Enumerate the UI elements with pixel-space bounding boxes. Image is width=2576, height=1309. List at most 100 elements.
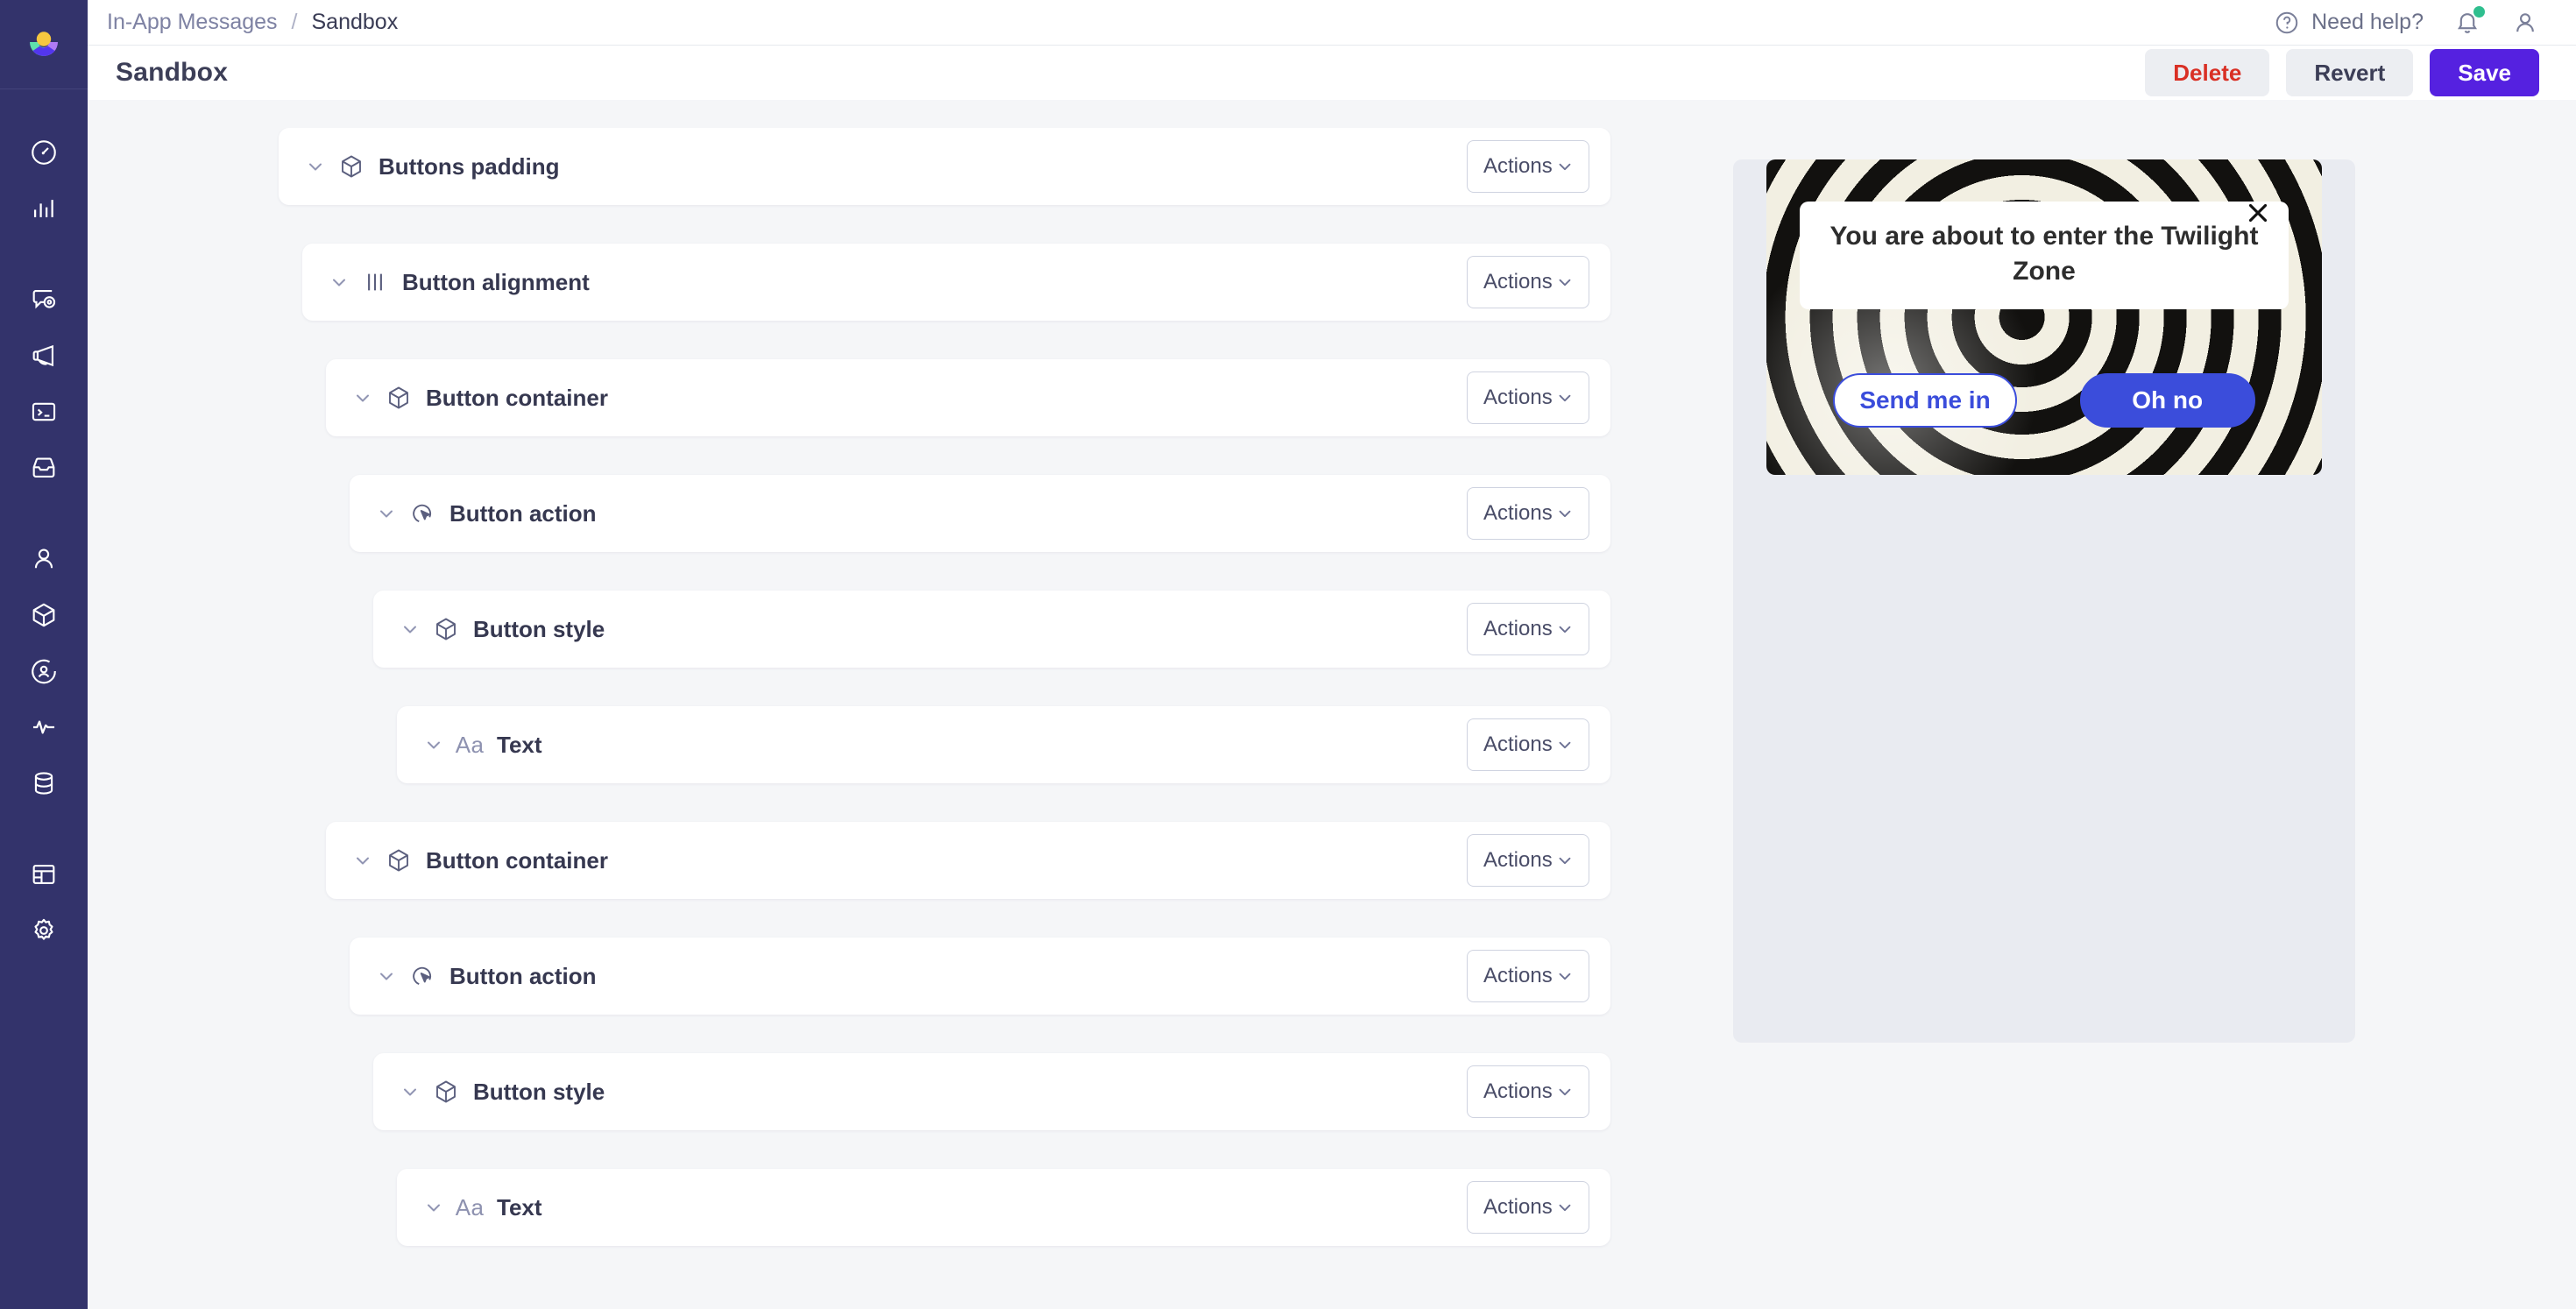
sidebar-item-analytics[interactable] (0, 180, 88, 237)
component-tree: Buttons padding Actions Button alignment Ac… (88, 128, 1717, 1309)
row-label: Button alignment (402, 268, 590, 295)
need-help-button[interactable]: Need help? (2274, 10, 2424, 36)
row-actions: Actions (1467, 371, 1589, 424)
tree-row[interactable]: Button action Actions (350, 938, 1610, 1015)
tree-row[interactable]: Button container Actions (326, 822, 1610, 899)
settings-gear-icon (34, 918, 53, 940)
row-expand-toggle[interactable] (305, 156, 331, 177)
actions-dropdown-label: Actions (1483, 1195, 1553, 1219)
analytics-bar-chart-icon (33, 200, 53, 217)
tree-row[interactable]: Button action Actions (350, 475, 1610, 552)
sidebar-item-developer-console[interactable] (0, 384, 88, 440)
row-expand-toggle[interactable] (423, 734, 449, 755)
sidebar-item-activity[interactable] (0, 699, 88, 755)
actions-dropdown-label: Actions (1483, 848, 1553, 872)
row-actions: Actions (1467, 718, 1589, 771)
tree-row[interactable]: Button alignment Actions (302, 244, 1610, 321)
tree-row[interactable]: Buttons padding Actions (279, 128, 1610, 205)
sidebar-item-data[interactable] (0, 755, 88, 811)
breadcrumb-parent[interactable]: In-App Messages (107, 10, 278, 35)
users-person-icon (34, 548, 53, 569)
row-expand-toggle[interactable] (352, 387, 379, 408)
breadcrumb: In-App Messages / Sandbox (107, 10, 398, 35)
row-expand-toggle[interactable] (376, 966, 402, 987)
in-app-message-preview: You are about to enter the Twilight Zone… (1766, 159, 2322, 475)
chevron-down-icon (404, 1088, 416, 1096)
row-label: Button style (473, 1078, 605, 1105)
alignment-bars-icon (368, 273, 382, 291)
chevron-down-icon (1559, 626, 1571, 633)
actions-dropdown[interactable]: Actions (1467, 718, 1589, 771)
actions-dropdown[interactable]: Actions (1467, 140, 1589, 193)
tree-row[interactable]: Aa Text Actions (397, 1169, 1610, 1246)
row-label: Text (497, 731, 542, 758)
chevron-down-icon (1559, 163, 1571, 171)
actions-dropdown[interactable]: Actions (1467, 487, 1589, 540)
iam-button-oh-no[interactable]: Oh no (2079, 373, 2255, 428)
delete-button[interactable]: Delete (2145, 49, 2270, 96)
row-expand-toggle[interactable] (423, 1197, 449, 1218)
actions-dropdown[interactable]: Actions (1467, 1181, 1589, 1234)
app-logo[interactable] (0, 0, 88, 89)
sidebar-item-inbox[interactable] (0, 440, 88, 496)
question-circle-icon (2275, 11, 2298, 33)
tree-row[interactable]: Button container Actions (326, 359, 1610, 436)
row-expand-toggle[interactable] (400, 1081, 426, 1102)
chevron-down-icon (404, 626, 416, 633)
actions-dropdown-chevron (1555, 619, 1575, 639)
aa-text-icon: Aa (455, 731, 485, 758)
row-type-icon (402, 963, 442, 989)
row-actions: Actions (1467, 950, 1589, 1002)
actions-dropdown-chevron (1555, 1198, 1575, 1217)
braze-logo-icon (30, 31, 58, 56)
click-target-icon (413, 966, 432, 986)
actions-dropdown-chevron (1555, 388, 1575, 407)
actions-dropdown-chevron (1555, 504, 1575, 523)
actions-dropdown[interactable]: Actions (1467, 834, 1589, 887)
actions-dropdown[interactable]: Actions (1467, 950, 1589, 1002)
actions-dropdown-label: Actions (1483, 964, 1553, 987)
cube-icon (389, 386, 408, 409)
chevron-down-icon (380, 973, 393, 980)
sidebar-item-catalogs[interactable] (0, 587, 88, 643)
row-label: Buttons padding (379, 152, 560, 180)
templates-layout-icon (32, 865, 55, 884)
sidebar-item-dashboard[interactable] (0, 124, 88, 180)
row-expand-toggle[interactable] (329, 272, 355, 293)
row-label: Button container (426, 846, 608, 874)
chevron-down-icon (309, 163, 322, 171)
sidebar-item-messaging[interactable] (0, 272, 88, 328)
sidebar-item-audience[interactable] (0, 643, 88, 699)
chevron-down-icon (357, 394, 369, 402)
row-expand-toggle[interactable] (400, 619, 426, 640)
account-button[interactable] (2511, 9, 2539, 37)
actions-dropdown[interactable]: Actions (1467, 603, 1589, 655)
actions-dropdown[interactable]: Actions (1467, 1065, 1589, 1118)
sidebar-item-campaigns[interactable] (0, 328, 88, 384)
actions-dropdown[interactable]: Actions (1467, 256, 1589, 308)
row-label: Text (497, 1193, 542, 1221)
save-button[interactable]: Save (2430, 49, 2539, 96)
revert-button[interactable]: Revert (2286, 49, 2414, 96)
notifications-button[interactable] (2453, 5, 2485, 37)
need-help-label: Need help? (2311, 10, 2424, 34)
row-expand-toggle[interactable] (352, 850, 379, 871)
tree-row[interactable]: Button style Actions (373, 1053, 1610, 1130)
row-expand-toggle[interactable] (376, 503, 402, 524)
close-x-icon[interactable] (2243, 198, 2273, 228)
sidebar-item-settings[interactable] (0, 902, 88, 959)
tree-row[interactable]: Button style Actions (373, 591, 1610, 668)
sidebar-item-templates[interactable] (0, 846, 88, 902)
iam-button-send-me-in[interactable]: Send me in (1833, 373, 2017, 428)
chevron-down-icon (1559, 279, 1571, 287)
row-type-icon (331, 153, 372, 180)
actions-dropdown-chevron (1555, 157, 1575, 176)
sidebar-item-users[interactable] (0, 531, 88, 587)
main-sidebar (0, 0, 88, 1309)
actions-dropdown-chevron (1555, 735, 1575, 754)
tree-row[interactable]: Aa Text Actions (397, 706, 1610, 783)
actions-dropdown-chevron (1555, 272, 1575, 292)
actions-dropdown[interactable]: Actions (1467, 371, 1589, 424)
aa-text-icon: Aa (455, 1193, 485, 1221)
preview-column: You are about to enter the Twilight Zone… (1717, 128, 2576, 1309)
